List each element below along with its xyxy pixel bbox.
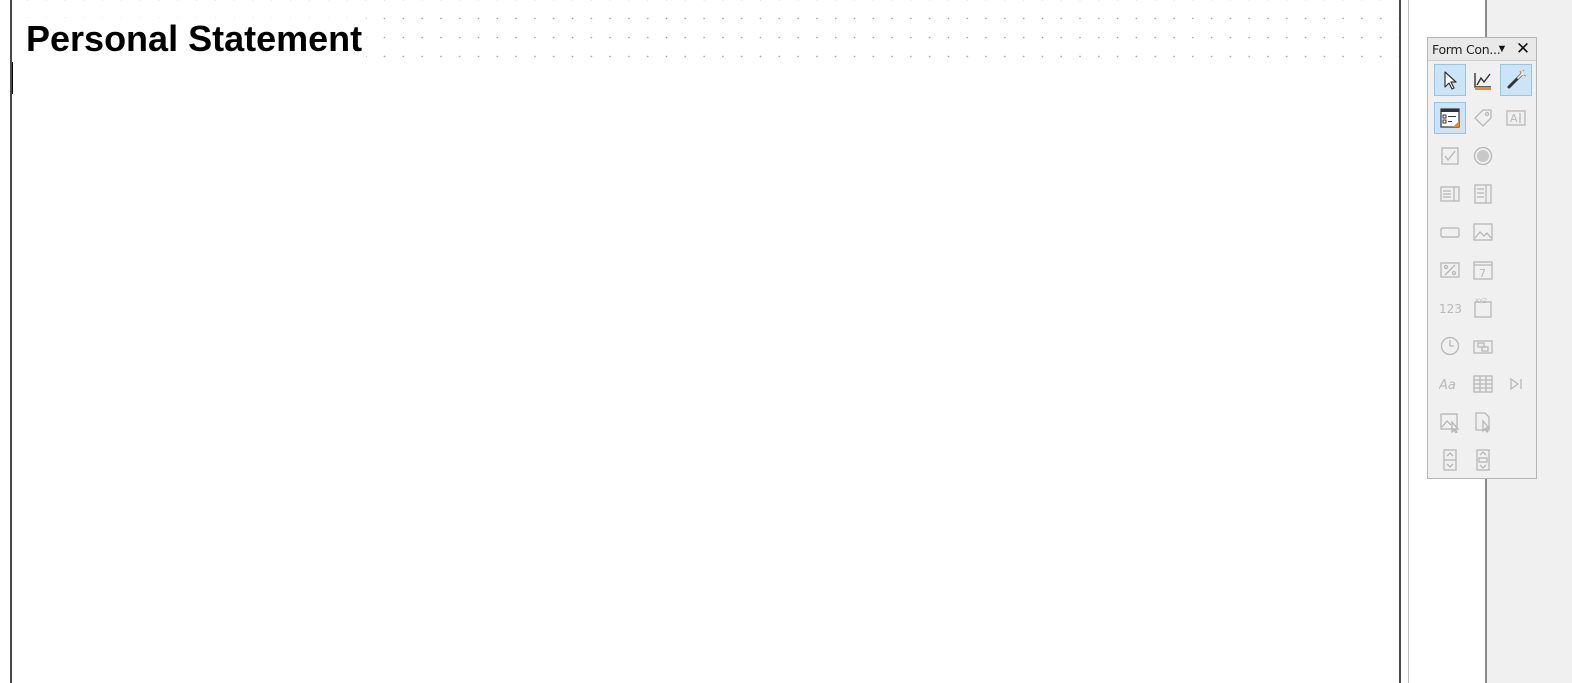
table-control-button[interactable] bbox=[1467, 368, 1499, 400]
date-field-icon: 7 bbox=[1473, 261, 1493, 280]
scrollbar-control-button[interactable] bbox=[1467, 444, 1499, 476]
spin-button-button[interactable] bbox=[1434, 444, 1466, 476]
date-field-button[interactable]: 7 bbox=[1467, 254, 1499, 286]
option-button-button[interactable] bbox=[1467, 140, 1499, 172]
currency-field-button[interactable] bbox=[1467, 330, 1499, 362]
push-button-button[interactable] bbox=[1434, 216, 1466, 248]
file-selection-icon bbox=[1475, 412, 1491, 433]
combo-box-icon bbox=[1474, 184, 1492, 204]
form-controls-toolbar[interactable]: Form Con... ▼ ✕ A 7 123 XYZ Aa bbox=[1427, 37, 1537, 479]
combo-box-button[interactable] bbox=[1467, 178, 1499, 210]
design-mode-icon bbox=[1474, 73, 1491, 90]
svg-text:Aa: Aa bbox=[1439, 378, 1456, 393]
text-box-icon: A bbox=[1506, 110, 1526, 126]
label-field-icon bbox=[1474, 109, 1492, 127]
image-control-icon bbox=[1440, 413, 1460, 433]
control-wizards-icon bbox=[1507, 69, 1527, 89]
image-button-button[interactable] bbox=[1467, 216, 1499, 248]
pattern-field-button[interactable]: XYZ bbox=[1467, 292, 1499, 324]
document-page[interactable]: Personal Statement bbox=[0, 0, 1402, 683]
form-design-icon bbox=[1440, 108, 1460, 128]
list-box-button[interactable] bbox=[1434, 178, 1466, 210]
select-button[interactable] bbox=[1434, 64, 1466, 96]
time-field-icon bbox=[1440, 336, 1460, 356]
design-mode-button[interactable] bbox=[1467, 64, 1499, 96]
toolbar-close-button[interactable]: ✕ bbox=[1515, 40, 1531, 58]
svg-text:A: A bbox=[1510, 112, 1518, 125]
group-box-icon: Aa bbox=[1439, 378, 1456, 393]
list-box-icon bbox=[1440, 186, 1460, 202]
push-button-icon bbox=[1440, 227, 1460, 238]
toolbar-title-bar[interactable]: Form Con... ▼ ✕ bbox=[1428, 38, 1536, 61]
toolbar-menu-dropdown[interactable]: ▼ bbox=[1496, 43, 1508, 55]
control-wizards-button[interactable] bbox=[1500, 64, 1532, 96]
numerical-field-icon: 123 bbox=[1439, 302, 1461, 316]
document-heading[interactable]: Personal Statement bbox=[26, 18, 367, 60]
navigation-bar-button[interactable] bbox=[1500, 368, 1532, 400]
form-design-button[interactable] bbox=[1434, 102, 1466, 134]
formatted-field-button[interactable] bbox=[1434, 254, 1466, 286]
select-icon bbox=[1444, 71, 1457, 90]
text-box-button[interactable]: A bbox=[1500, 102, 1532, 134]
pattern-field-icon: XYZ bbox=[1474, 298, 1492, 318]
text-cursor bbox=[12, 62, 13, 94]
svg-text:123: 123 bbox=[1439, 302, 1461, 316]
page-left-border bbox=[10, 0, 12, 683]
image-control-button[interactable] bbox=[1434, 406, 1466, 438]
scrollbar-control-icon bbox=[1476, 449, 1490, 471]
check-box-icon bbox=[1441, 147, 1459, 165]
file-selection-button[interactable] bbox=[1467, 406, 1499, 438]
svg-text:XYZ: XYZ bbox=[1475, 298, 1487, 305]
time-field-button[interactable] bbox=[1434, 330, 1466, 362]
image-button-icon bbox=[1473, 223, 1493, 241]
vertical-ruler-line bbox=[1408, 0, 1409, 683]
svg-text:7: 7 bbox=[1479, 267, 1486, 280]
toolbar-title: Form Con... bbox=[1432, 42, 1501, 57]
check-box-button[interactable] bbox=[1434, 140, 1466, 172]
navigation-bar-icon bbox=[1510, 377, 1522, 391]
table-control-icon bbox=[1473, 375, 1493, 393]
spin-button-icon bbox=[1443, 449, 1457, 471]
numerical-field-button[interactable]: 123 bbox=[1434, 292, 1466, 324]
design-grid bbox=[12, 0, 1399, 683]
label-field-button[interactable] bbox=[1467, 102, 1499, 134]
group-box-button[interactable]: Aa bbox=[1434, 368, 1466, 400]
option-button-icon bbox=[1473, 146, 1493, 166]
currency-field-icon bbox=[1473, 340, 1493, 354]
formatted-field-icon bbox=[1440, 262, 1460, 278]
